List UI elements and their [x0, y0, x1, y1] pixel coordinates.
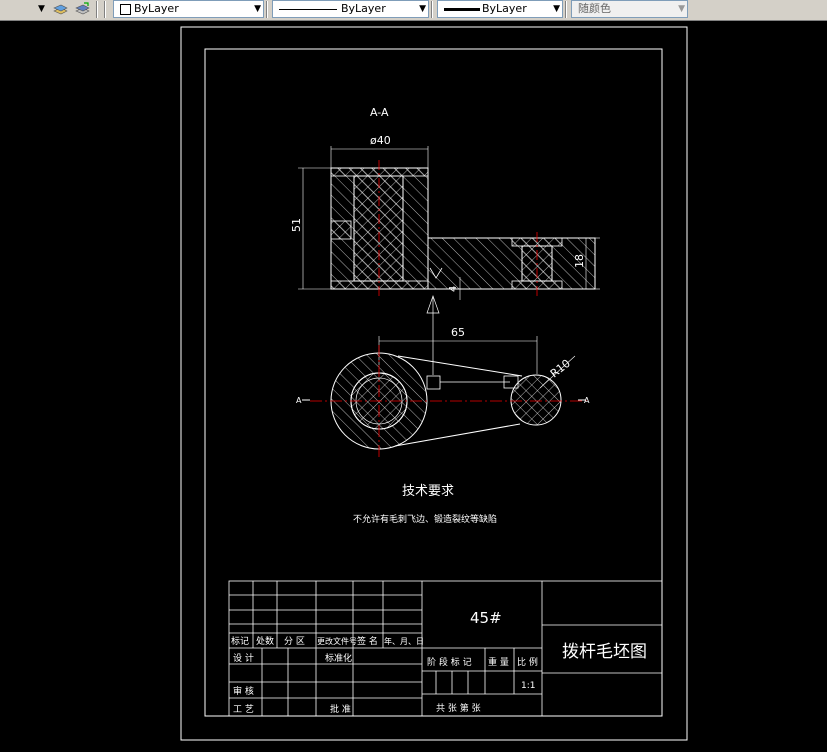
tech-req-title: 技术要求 [402, 484, 454, 499]
tb-label-design: 设 计 [233, 652, 254, 664]
chevron-down-icon[interactable]: ▼ [553, 1, 560, 17]
tb-label-weight: 重 量 [488, 656, 509, 668]
properties-toolbar: ▼ ByLayer ▼ ByLayer ▼ ByLayer ▼ 随颜色 ▼ [0, 0, 827, 21]
toolbar-separator [431, 1, 433, 18]
chevron-down-icon[interactable]: ▼ [678, 1, 685, 17]
chevron-down-icon[interactable]: ▼ [254, 1, 261, 17]
layer-previous-icon[interactable] [74, 1, 91, 18]
tb-label-change-doc: 更改文件号 [317, 636, 357, 646]
chevron-down-icon[interactable]: ▼ [419, 1, 426, 17]
arm-end-boss [510, 374, 562, 426]
plotstyle-control-value: 随颜色 [578, 2, 611, 15]
dim-diameter: ø40 [370, 134, 391, 147]
color-control-dropdown[interactable]: ByLayer ▼ [113, 0, 264, 18]
color-control-value: ByLayer [134, 2, 179, 15]
plotstyle-control-dropdown[interactable]: 随颜色 ▼ [571, 0, 688, 18]
linetype-sample-icon [279, 9, 337, 10]
tb-label-standardization: 标准化 [325, 652, 352, 664]
layer-stack-icon[interactable] [52, 1, 69, 18]
lineweight-sample-icon [444, 8, 480, 11]
tb-label-process: 工 艺 [233, 704, 254, 715]
section-mark-left: A [296, 396, 302, 405]
dim-small: 4 [448, 286, 459, 292]
section-view: A-A ø40 51 18 4 [290, 106, 600, 300]
dim-center-distance: 65 [451, 326, 465, 339]
tb-label-signature: 签 名 [357, 635, 378, 647]
color-swatch-icon [120, 4, 131, 15]
tb-part-name: 拨杆毛坯图 [562, 642, 647, 662]
top-view: 65 R10 A A [296, 294, 590, 458]
hub-bore [353, 175, 404, 282]
section-label: A-A [370, 106, 389, 119]
tb-label-count: 处数 [256, 635, 274, 647]
tb-label-mark: 标记 [231, 635, 249, 647]
toolbar-separator [96, 1, 98, 18]
tb-label-approve: 批 准 [330, 703, 351, 715]
dim-thickness: 18 [573, 254, 586, 268]
drawing-canvas[interactable]: A-A ø40 51 18 4 65 R10 A A 技术要求 不允许有毛刺飞边… [0, 21, 827, 752]
linetype-control-dropdown[interactable]: ByLayer ▼ [272, 0, 429, 18]
tb-material: 45# [470, 609, 502, 627]
linetype-control-value: ByLayer [341, 2, 386, 15]
chevron-down-icon[interactable]: ▼ [38, 4, 45, 14]
lineweight-control-dropdown[interactable]: ByLayer ▼ [437, 0, 563, 18]
tb-label-scale: 比 例 [517, 656, 538, 668]
tb-label-date: 年、月、日 [384, 636, 424, 646]
lineweight-control-value: ByLayer [482, 2, 527, 15]
dim-height: 51 [290, 218, 303, 232]
toolbar-separator [266, 1, 268, 18]
toolbar-separator [104, 1, 106, 18]
tb-sheet-info: 共 张 第 张 [436, 702, 481, 714]
tb-label-zone: 分 区 [284, 636, 305, 647]
drawing-frame [204, 48, 663, 717]
toolbar-separator [565, 1, 567, 18]
section-mark-right: A [584, 396, 590, 405]
arm-section [427, 237, 596, 290]
tb-label-stage: 阶 段 标 记 [427, 656, 472, 668]
dim-radius: R10 [548, 357, 573, 381]
tech-req-text: 不允许有毛刺飞边、锻造裂纹等缺陷 [353, 513, 497, 525]
tb-label-review: 审 核 [233, 685, 254, 697]
tb-scale-value: 1:1 [521, 681, 535, 691]
